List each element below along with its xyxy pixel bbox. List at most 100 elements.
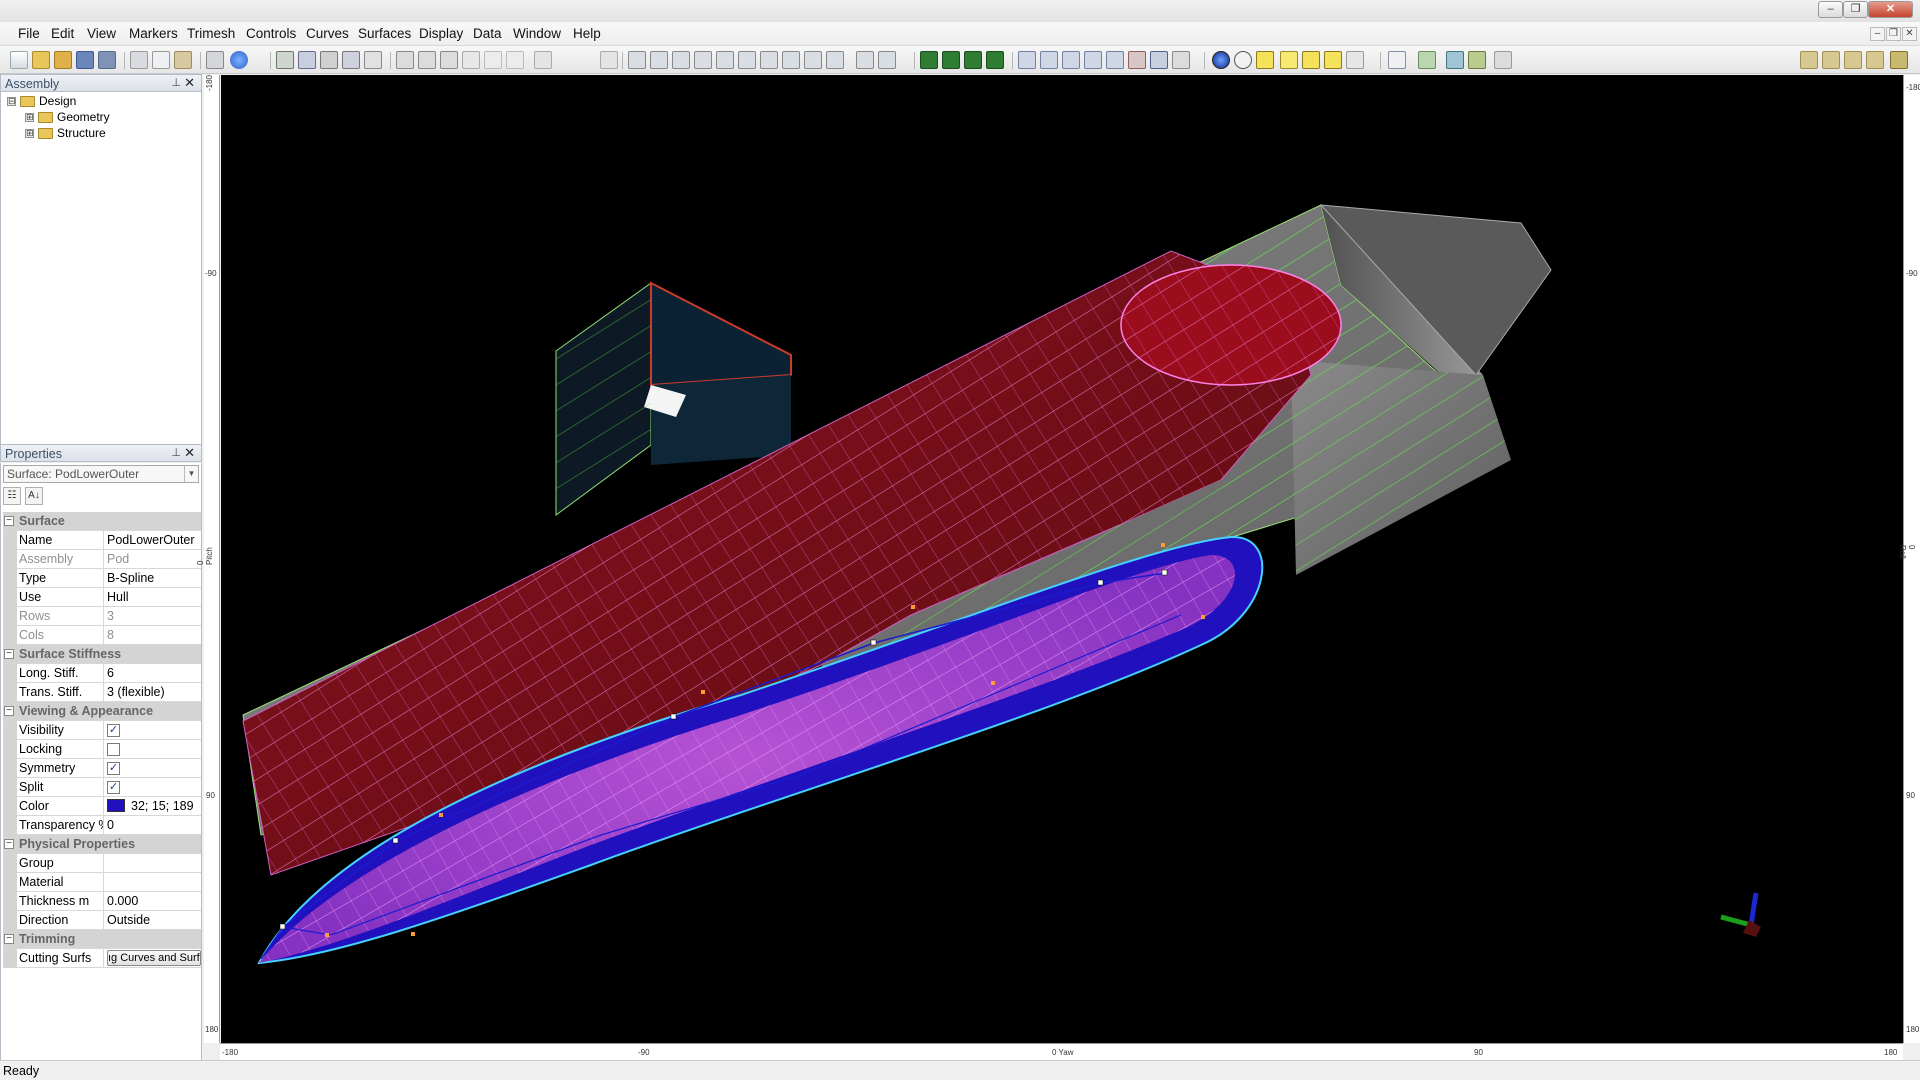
grid-icon[interactable] <box>1494 51 1512 69</box>
menu-display[interactable]: Display <box>419 26 463 41</box>
color-swatch[interactable] <box>107 799 125 812</box>
collapse-icon[interactable]: ⊟ <box>7 97 16 107</box>
expand-icon[interactable]: ⊞ <box>25 113 34 123</box>
menu-surfaces[interactable]: Surfaces <box>358 26 411 41</box>
menu-curves[interactable]: Curves <box>306 26 349 41</box>
collapse-icon[interactable]: − <box>4 934 14 944</box>
property-row[interactable]: Material <box>3 873 201 892</box>
menu-trimesh[interactable]: Trimesh <box>187 26 235 41</box>
redo-icon[interactable] <box>506 51 524 69</box>
maximize-icon[interactable]: ❐ <box>1843 1 1868 18</box>
curve-tool-icon[interactable] <box>418 51 436 69</box>
category-viewing-appearance[interactable]: − Viewing & Appearance <box>3 702 201 721</box>
chevron-down-icon[interactable]: ▼ <box>184 466 198 482</box>
property-row[interactable]: Direction Outside <box>3 911 201 930</box>
tree-item-geometry[interactable]: ⊞ Geometry <box>25 110 110 124</box>
settings-tool-icon[interactable] <box>1172 51 1190 69</box>
property-value[interactable]: 0 <box>107 818 201 832</box>
collapse-icon[interactable]: − <box>4 649 14 659</box>
property-row[interactable]: Cols 8 <box>3 626 201 645</box>
visibility-checkbox[interactable]: ✓ <box>107 724 120 737</box>
marker-tool-icon[interactable] <box>534 51 552 69</box>
menu-markers[interactable]: Markers <box>129 26 178 41</box>
layout-icon[interactable] <box>1388 51 1406 69</box>
edit-tool-icon[interactable] <box>782 51 800 69</box>
table-icon[interactable] <box>1150 51 1168 69</box>
expand-icon[interactable]: ⊞ <box>25 129 34 139</box>
print-icon[interactable] <box>206 51 224 69</box>
light-icon[interactable] <box>1302 51 1320 69</box>
edit-tool-icon[interactable] <box>672 51 690 69</box>
display-tool-icon[interactable] <box>1018 51 1036 69</box>
property-row[interactable]: Transparency % 0 <box>3 816 201 835</box>
property-row[interactable]: Long. Stiff. 6 <box>3 664 201 683</box>
symmetry-checkbox[interactable]: ✓ <box>107 762 120 775</box>
property-value[interactable]: PodLowerOuter <box>107 533 201 547</box>
surface-tool-icon[interactable] <box>342 51 360 69</box>
light-icon[interactable] <box>1256 51 1274 69</box>
alphabetical-sort-icon[interactable]: A↓ <box>25 487 43 505</box>
mdi-close-icon[interactable]: ✕ <box>1902 27 1917 41</box>
collapse-icon[interactable]: − <box>4 839 14 849</box>
new-file-icon[interactable] <box>10 51 28 69</box>
mdi-restore-icon[interactable]: ❐ <box>1886 27 1901 41</box>
edit-tool-icon[interactable] <box>650 51 668 69</box>
edit-tool-icon[interactable] <box>694 51 712 69</box>
grid-icon[interactable] <box>1446 51 1464 69</box>
menu-file[interactable]: File <box>18 26 40 41</box>
light-icon[interactable] <box>1280 51 1298 69</box>
edit-tool-icon[interactable] <box>628 51 646 69</box>
object-selector-dropdown[interactable]: Surface: PodLowerOuter ▼ <box>3 465 199 483</box>
minimize-icon[interactable]: – <box>1818 1 1843 18</box>
property-row[interactable]: Rows 3 <box>3 607 201 626</box>
save-as-icon[interactable] <box>98 51 116 69</box>
view-mode-icon[interactable] <box>986 51 1004 69</box>
light-icon[interactable] <box>1324 51 1342 69</box>
category-trimming[interactable]: − Trimming <box>3 930 201 949</box>
layout-icon[interactable] <box>1468 51 1486 69</box>
property-row[interactable]: Use Hull <box>3 588 201 607</box>
display-tool-icon[interactable] <box>1106 51 1124 69</box>
edit-tool-icon[interactable] <box>826 51 844 69</box>
collapse-icon[interactable]: − <box>4 516 14 526</box>
copy-icon[interactable] <box>152 51 170 69</box>
edit-tool-icon[interactable] <box>804 51 822 69</box>
rotate-tool-icon[interactable] <box>600 51 618 69</box>
property-row[interactable]: Assembly Pod <box>3 550 201 569</box>
edit-tool-icon[interactable] <box>716 51 734 69</box>
locking-checkbox[interactable] <box>107 743 120 756</box>
property-row[interactable]: Group <box>3 854 201 873</box>
surface-tool-icon[interactable] <box>298 51 316 69</box>
shaded-sphere-icon[interactable] <box>1212 51 1230 69</box>
menu-data[interactable]: Data <box>473 26 502 41</box>
close-icon[interactable]: ✕ <box>184 445 195 461</box>
display-tool-icon[interactable] <box>1084 51 1102 69</box>
collapse-icon[interactable]: − <box>4 706 14 716</box>
cut-icon[interactable] <box>130 51 148 69</box>
category-surface-stiffness[interactable]: − Surface Stiffness <box>3 645 201 664</box>
window-tile-icon[interactable] <box>1844 51 1862 69</box>
property-row[interactable]: Name PodLowerOuter <box>3 531 201 550</box>
wire-sphere-icon[interactable] <box>1234 51 1252 69</box>
layout-icon[interactable] <box>1418 51 1436 69</box>
search-tool-icon[interactable] <box>1346 51 1364 69</box>
model-canvas[interactable] <box>221 75 1903 1043</box>
close-window-button[interactable]: ✕ <box>1868 1 1913 18</box>
edit-tool-icon[interactable] <box>856 51 874 69</box>
view-mode-icon[interactable] <box>964 51 982 69</box>
categorized-view-icon[interactable]: ☷ <box>3 487 21 505</box>
pointer-tool-icon[interactable] <box>364 51 382 69</box>
property-value[interactable]: 3 (flexible) <box>107 685 201 699</box>
property-row[interactable]: Symmetry ✓ <box>3 759 201 778</box>
display-tool-icon[interactable] <box>1040 51 1058 69</box>
property-row[interactable]: Trans. Stiff. 3 (flexible) <box>3 683 201 702</box>
property-row[interactable]: Split ✓ <box>3 778 201 797</box>
edit-tool-icon[interactable] <box>760 51 778 69</box>
mdi-minimize-icon[interactable]: – <box>1870 27 1885 41</box>
window-tile-icon[interactable] <box>1822 51 1840 69</box>
color-value[interactable]: 32; 15; 189 <box>107 799 201 813</box>
curve-tool-icon[interactable] <box>440 51 458 69</box>
paste-icon[interactable] <box>174 51 192 69</box>
cutting-surfs-button[interactable]: ıg Curves and Surfa <box>107 950 201 966</box>
curve-tool-icon[interactable] <box>396 51 414 69</box>
